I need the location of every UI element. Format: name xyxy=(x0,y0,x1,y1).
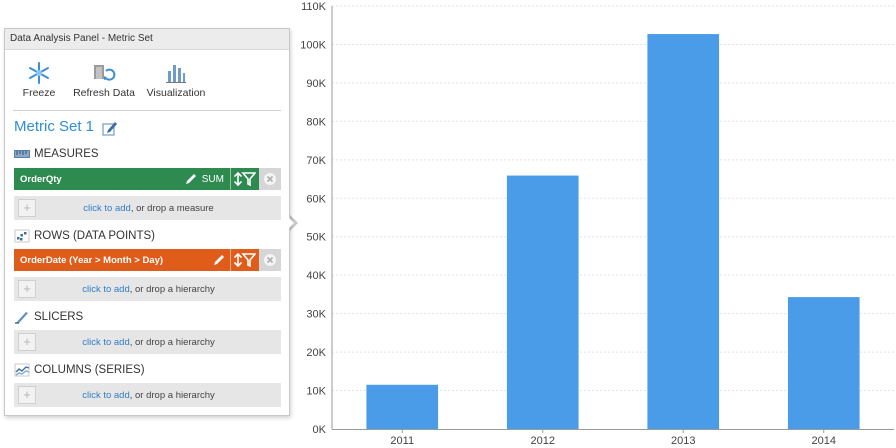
bar xyxy=(787,297,860,429)
columns-label: COLUMNS (SERIES) xyxy=(34,364,145,376)
measure-field-name: OrderQty xyxy=(20,173,62,185)
row-drop-text: click to add, or drop a hierarchy xyxy=(36,284,281,295)
sort-filter-button[interactable] xyxy=(230,249,259,271)
series-lines-icon xyxy=(14,363,30,377)
measure-drop-text: click to add, or drop a measure xyxy=(36,203,281,214)
y-tick-label: 90K xyxy=(306,78,326,90)
sort-filter-button[interactable] xyxy=(230,168,259,190)
measures-label: MEASURES xyxy=(34,148,99,160)
scatter-points-icon xyxy=(14,229,30,243)
add-measure-icon[interactable]: + xyxy=(18,199,36,217)
freeze-button[interactable]: Freeze xyxy=(19,62,59,99)
y-tick-label: 10K xyxy=(306,386,326,398)
columns-header: COLUMNS (SERIES) xyxy=(14,363,145,377)
x-tick-label: 2013 xyxy=(671,435,695,447)
column-drop-zone[interactable]: + click to add, or drop a hierarchy xyxy=(14,383,281,407)
close-icon xyxy=(264,254,276,266)
slicer-drop-text: click to add, or drop a hierarchy xyxy=(36,337,281,348)
y-tick-label: 0K xyxy=(313,424,327,436)
panel-toolbar: Freeze Refresh Data Visualization xyxy=(13,50,281,111)
y-tick-label: 80K xyxy=(306,116,326,128)
refresh-data-icon xyxy=(94,65,116,81)
measures-header: MEASURES xyxy=(14,148,99,160)
x-tick-label: 2011 xyxy=(390,435,414,447)
y-tick-label: 100K xyxy=(300,39,326,51)
aggregation-label[interactable]: SUM xyxy=(202,174,224,185)
data-analysis-panel: Data Analysis Panel - Metric Set Freeze … xyxy=(4,28,290,416)
rename-metric-set-icon[interactable] xyxy=(102,120,118,136)
sort-filter-icon xyxy=(234,171,256,187)
slicer-drop-zone[interactable]: + click to add, or drop a hierarchy xyxy=(14,330,281,354)
row-drop-zone[interactable]: + click to add, or drop a hierarchy xyxy=(14,277,281,301)
slicers-label: SLICERS xyxy=(34,311,84,323)
y-tick-label: 50K xyxy=(306,232,326,244)
refresh-data-label: Refresh Data xyxy=(73,87,135,99)
x-tick-label: 2014 xyxy=(812,435,836,447)
pencil-icon[interactable] xyxy=(184,172,198,186)
refresh-data-button[interactable]: Refresh Data xyxy=(73,62,135,99)
y-tick-label: 40K xyxy=(306,270,326,282)
bar xyxy=(506,175,579,429)
row-field-tools xyxy=(230,249,281,271)
rows-header: ROWS (DATA POINTS) xyxy=(14,229,155,243)
add-slicer-link[interactable]: click to add xyxy=(82,337,130,348)
measure-field-tools xyxy=(230,168,281,190)
y-tick-label: 60K xyxy=(306,193,326,205)
y-tick-label: 110K xyxy=(301,1,327,13)
bar xyxy=(647,34,720,430)
snowflake-icon xyxy=(29,62,49,84)
freeze-label: Freeze xyxy=(22,87,56,99)
column-drop-hint: , or drop a hierarchy xyxy=(129,389,215,401)
add-column-link[interactable]: click to add xyxy=(82,390,130,401)
bar-chart-icon xyxy=(166,65,186,83)
x-tick-label: 2012 xyxy=(531,435,555,447)
row-drop-hint: , or drop a hierarchy xyxy=(129,283,215,295)
slicer-knife-icon xyxy=(15,312,28,324)
pencil-icon[interactable] xyxy=(212,253,226,267)
y-tick-label: 70K xyxy=(306,155,326,167)
slicers-header: SLICERS xyxy=(14,310,83,324)
y-tick-label: 30K xyxy=(306,309,326,321)
y-tick-label: 20K xyxy=(306,347,326,359)
close-icon xyxy=(264,173,276,185)
add-column-icon[interactable]: + xyxy=(18,386,36,404)
measure-drop-hint: , or drop a measure xyxy=(130,202,214,214)
add-row-link[interactable]: click to add xyxy=(82,284,130,295)
visualization-button[interactable]: Visualization xyxy=(143,62,209,99)
bar xyxy=(366,384,439,429)
slicer-drop-hint: , or drop a hierarchy xyxy=(129,336,215,348)
column-drop-text: click to add, or drop a hierarchy xyxy=(36,390,281,401)
measure-field-orderqty[interactable]: OrderQty SUM xyxy=(14,168,281,190)
row-field-name: OrderDate (Year > Month > Day) xyxy=(20,254,164,266)
panel-title: Data Analysis Panel - Metric Set xyxy=(5,29,289,50)
rows-label: ROWS (DATA POINTS) xyxy=(34,230,155,242)
panel-pointer xyxy=(286,215,294,231)
metric-set-title: Metric Set 1 xyxy=(14,118,95,135)
add-row-icon[interactable]: + xyxy=(18,280,36,298)
row-field-orderdate[interactable]: OrderDate (Year > Month > Day) xyxy=(14,249,281,271)
remove-measure-button[interactable] xyxy=(259,168,281,190)
add-slicer-icon[interactable]: + xyxy=(18,333,36,351)
visualization-label: Visualization xyxy=(146,87,206,99)
add-measure-link[interactable]: click to add xyxy=(83,203,131,214)
remove-row-button[interactable] xyxy=(259,249,281,271)
sort-filter-icon xyxy=(234,252,256,268)
measure-drop-zone[interactable]: + click to add, or drop a measure xyxy=(14,196,281,220)
ruler-icon xyxy=(14,150,30,158)
